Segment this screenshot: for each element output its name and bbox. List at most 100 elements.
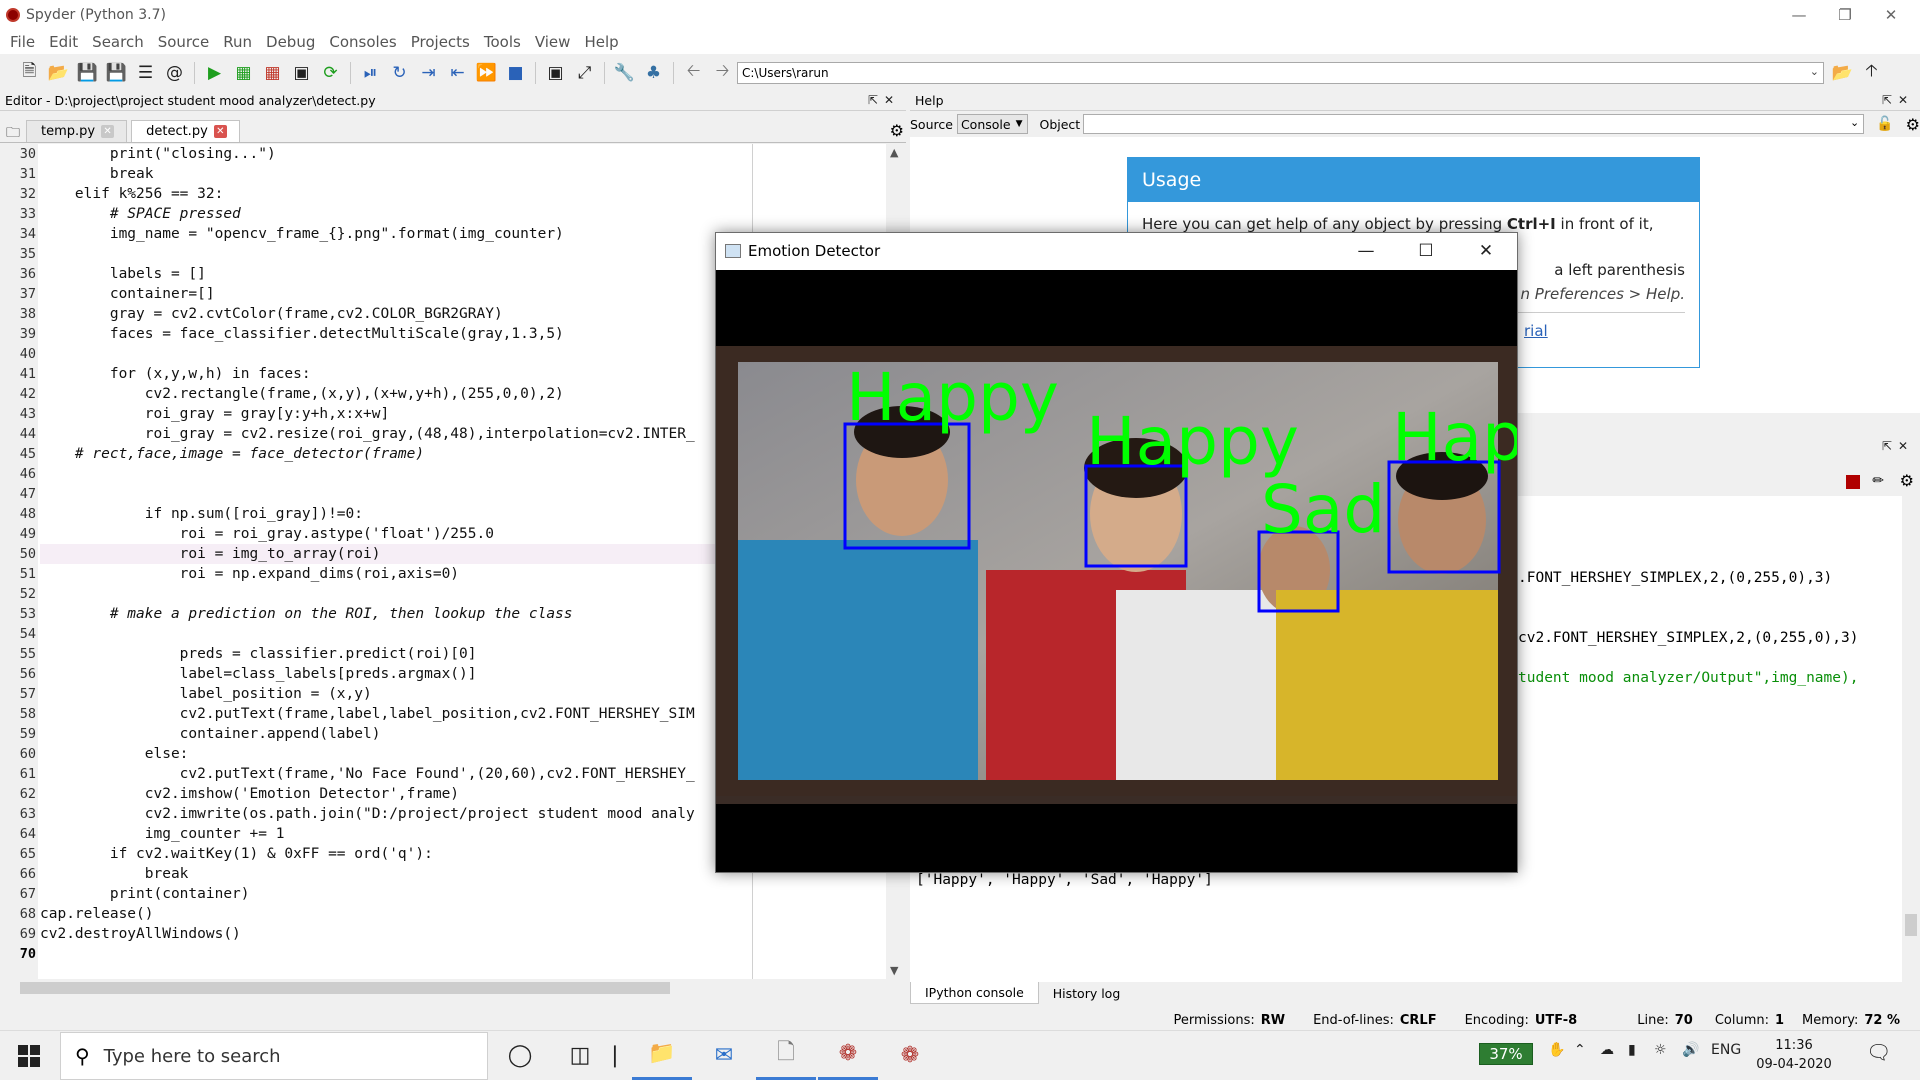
menu-consoles[interactable]: Consoles	[322, 33, 403, 51]
file-browse-icon[interactable]: 🗀	[6, 122, 20, 146]
spyder-taskbar-icon[interactable]: ❁	[818, 1030, 878, 1080]
browse-folder-icon[interactable]: 📂	[1828, 58, 1857, 87]
run-selection-icon[interactable]: ▣	[287, 58, 316, 87]
line-number: 43	[19, 406, 36, 422]
open-file-icon[interactable]: 📂	[44, 58, 73, 87]
run-icon[interactable]: ▶	[200, 58, 229, 87]
onedrive-icon[interactable]: ☁	[1600, 1042, 1614, 1058]
debug-icon[interactable]: ⏯	[356, 58, 385, 87]
scroll-down-icon[interactable]: ▼	[890, 964, 898, 977]
menu-tools[interactable]: Tools	[477, 33, 528, 51]
code-line[interactable]: print(container)	[40, 884, 887, 904]
object-input[interactable]: ⌄	[1083, 114, 1865, 134]
chevron-down-icon[interactable]: ⌄	[1810, 65, 1819, 78]
notifications-icon[interactable]: 🗨	[1866, 1040, 1891, 1064]
battery-icon[interactable]: ▮	[1628, 1042, 1636, 1058]
forward-arrow-icon[interactable]: 🡢	[708, 58, 737, 87]
close-tab-icon[interactable]: ✕	[213, 125, 227, 138]
scrollbar-thumb[interactable]	[20, 982, 670, 994]
touch-icon[interactable]: ✋	[1548, 1042, 1565, 1058]
continue-icon[interactable]: ⏩	[472, 58, 501, 87]
windows-start-icon[interactable]	[18, 1045, 40, 1067]
tab-temp-py[interactable]: temp.py ✕	[26, 120, 128, 142]
stop-kernel-icon[interactable]	[1846, 475, 1860, 489]
editor-horizontal-scrollbar[interactable]	[0, 979, 887, 997]
maximize-pane-icon[interactable]: ▣	[541, 58, 570, 87]
eraser-icon[interactable]: ✏	[1872, 473, 1884, 489]
close-button[interactable]: ✕	[1868, 0, 1914, 30]
minimize-button[interactable]: —	[1336, 233, 1396, 269]
run-cell-advance-icon[interactable]: ▦	[258, 58, 287, 87]
gear-icon[interactable]: ⚙	[1900, 471, 1914, 490]
step-return-icon[interactable]: ⇤	[443, 58, 472, 87]
outlook-icon[interactable]: ✉	[694, 1030, 754, 1080]
gear-icon[interactable]: ⚙	[890, 121, 904, 140]
battery-indicator[interactable]: 37%	[1479, 1043, 1533, 1065]
volume-icon[interactable]: 🔊	[1682, 1042, 1699, 1058]
maximize-button[interactable]: ☐	[1396, 233, 1456, 269]
taskbar-search-box[interactable]: ⚲ Type here to search	[60, 1032, 488, 1080]
working-directory-field[interactable]: C:\Users\rarun ⌄	[737, 61, 1824, 84]
code-line[interactable]: print("closing...")	[40, 144, 887, 164]
scrollbar-thumb[interactable]	[1905, 914, 1917, 936]
tab-history-log[interactable]: History log	[1039, 982, 1135, 1004]
lock-icon[interactable]: 🔓	[1876, 116, 1893, 132]
code-line[interactable]: cap.release()	[40, 904, 887, 924]
pane-controls[interactable]: ⇱✕	[1882, 93, 1914, 107]
maximize-button[interactable]: ❐	[1822, 0, 1868, 30]
save-all-icon[interactable]: 💾	[102, 58, 131, 87]
menu-file[interactable]: File	[3, 33, 42, 51]
python-path-icon[interactable]: ♣	[639, 58, 668, 87]
minimize-button[interactable]: —	[1776, 0, 1822, 30]
scroll-up-icon[interactable]: ▲	[890, 146, 898, 159]
menu-view[interactable]: View	[528, 33, 578, 51]
tab-detect-py[interactable]: detect.py ✕	[131, 120, 240, 142]
close-tab-icon[interactable]: ✕	[101, 125, 115, 138]
language-indicator[interactable]: ENG	[1711, 1042, 1741, 1058]
pane-controls[interactable]: ⇱✕	[1882, 439, 1914, 453]
emotion-detector-window[interactable]: Emotion Detector — ☐ ✕ Happy Happy Sad H…	[715, 232, 1518, 873]
tab-ipython-console[interactable]: IPython console	[910, 982, 1039, 1004]
at-sign-icon[interactable]: @	[160, 58, 189, 87]
console-tab-bar: IPython console History log	[910, 982, 1920, 1004]
close-button[interactable]: ✕	[1456, 233, 1516, 269]
python-window-taskbar-icon[interactable]: ❁	[880, 1030, 940, 1080]
code-line[interactable]: roi = img_to_array(roi)	[40, 544, 760, 564]
emotion-window-titlebar[interactable]: Emotion Detector — ☐ ✕	[716, 233, 1517, 269]
chevron-up-icon[interactable]: ⌃	[1574, 1042, 1586, 1058]
wifi-icon[interactable]: ☼	[1654, 1042, 1667, 1058]
run-cell-icon[interactable]: ▦	[229, 58, 258, 87]
clock[interactable]: 11:36 09-04-2020	[1744, 1036, 1844, 1074]
menu-help[interactable]: Help	[577, 33, 625, 51]
step-into-icon[interactable]: ⇥	[414, 58, 443, 87]
step-icon[interactable]: ↻	[385, 58, 414, 87]
code-line[interactable]: elif k%256 == 32:	[40, 184, 887, 204]
code-line[interactable]	[40, 944, 887, 964]
clock-date: 09-04-2020	[1756, 1057, 1832, 1072]
fullscreen-icon[interactable]: ⤢	[570, 58, 599, 87]
code-line[interactable]: cv2.destroyAllWindows()	[40, 924, 887, 944]
outline-icon[interactable]: ☰	[131, 58, 160, 87]
cortana-icon[interactable]: ◯	[490, 1030, 550, 1080]
menu-debug[interactable]: Debug	[259, 33, 322, 51]
menu-projects[interactable]: Projects	[404, 33, 477, 51]
code-line[interactable]: break	[40, 164, 887, 184]
preferences-wrench-icon[interactable]: 🔧	[610, 58, 639, 87]
code-line[interactable]: # SPACE pressed	[40, 204, 887, 224]
pane-controls[interactable]: ⇱✕	[868, 93, 900, 107]
gear-icon[interactable]: ⚙	[1906, 115, 1920, 134]
file-explorer-icon[interactable]: 📁	[632, 1030, 692, 1080]
menu-run[interactable]: Run	[216, 33, 259, 51]
stop-debug-icon[interactable]: ■	[501, 58, 530, 87]
menu-search[interactable]: Search	[85, 33, 151, 51]
source-select[interactable]: Console ▼	[956, 114, 1028, 134]
menu-source[interactable]: Source	[151, 33, 217, 51]
back-arrow-icon[interactable]: 🡠	[679, 58, 708, 87]
rerun-icon[interactable]: ⟳	[316, 58, 345, 87]
parent-directory-icon[interactable]: 🡡	[1857, 58, 1886, 87]
console-scrollbar[interactable]	[1902, 496, 1920, 982]
save-icon[interactable]: 💾	[73, 58, 102, 87]
notepad-icon[interactable]: 🗋	[756, 1030, 816, 1080]
menu-edit[interactable]: Edit	[42, 33, 85, 51]
new-file-icon[interactable]: 🗎	[15, 58, 44, 87]
